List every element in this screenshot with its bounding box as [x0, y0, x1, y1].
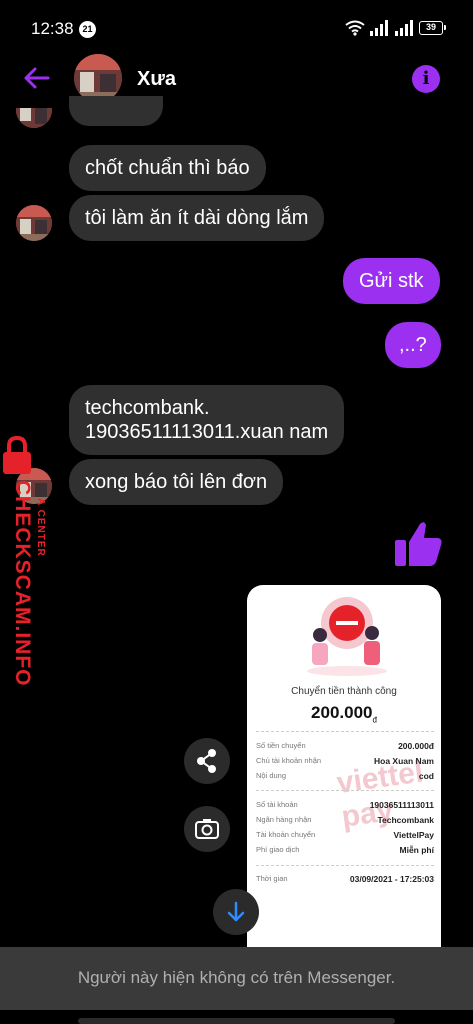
contact-avatar[interactable]	[74, 54, 122, 102]
camera-button[interactable]	[184, 806, 230, 852]
incoming-message[interactable]: tôi làm ăn ít dài dòng lắm	[69, 195, 325, 241]
unavailable-message: Người này hiện không có trên Messenger.	[77, 968, 396, 987]
watermark-text: CHECKSCAM.INFO	[11, 480, 34, 687]
scroll-down-button[interactable]	[213, 889, 259, 935]
notification-count-badge: 21	[79, 21, 96, 38]
signal-icon	[395, 20, 413, 36]
receipt-title: Chuyển tiền thành công	[291, 686, 397, 697]
receipt-amount: 200.000đ	[311, 703, 377, 725]
battery-icon: 39	[419, 21, 446, 35]
wifi-icon	[345, 20, 365, 36]
contact-avatar-small[interactable]	[16, 205, 52, 241]
unavailable-banner: Người này hiện không có trên Messenger.	[0, 947, 473, 1010]
camera-icon	[195, 819, 219, 839]
message-bubble-partial	[69, 96, 163, 126]
status-time: 12:38	[31, 19, 74, 38]
transfer-receipt-image[interactable]: viettel pay Chuyển tiền thành công 200.0…	[247, 585, 441, 947]
divider	[256, 865, 434, 866]
share-icon	[197, 749, 216, 773]
system-nav-bar[interactable]	[78, 1018, 395, 1024]
arrow-down-icon	[227, 901, 245, 922]
watermark-subtext: A CENTER	[35, 498, 46, 557]
divider	[256, 790, 434, 791]
back-arrow-icon[interactable]	[22, 63, 52, 93]
status-bar: 12:38 21 39	[0, 0, 473, 56]
incoming-message[interactable]: chốt chuẩn thì báo	[69, 145, 266, 191]
share-button[interactable]	[184, 738, 230, 784]
outgoing-message[interactable]: Gửi stk	[343, 258, 440, 304]
signal-icon	[370, 20, 388, 36]
divider	[256, 731, 434, 732]
incoming-message[interactable]: xong báo tôi lên đơn	[69, 459, 284, 505]
outgoing-message[interactable]: ,..?	[385, 322, 441, 368]
contact-name[interactable]: Xưa	[137, 68, 176, 91]
info-icon[interactable]: i	[412, 65, 440, 93]
incoming-message[interactable]: techcombank. 19036511113011.xuan nam	[69, 385, 345, 455]
receipt-illustration	[307, 597, 387, 676]
thumbs-up-icon[interactable]	[393, 520, 443, 568]
lock-icon	[3, 436, 31, 474]
